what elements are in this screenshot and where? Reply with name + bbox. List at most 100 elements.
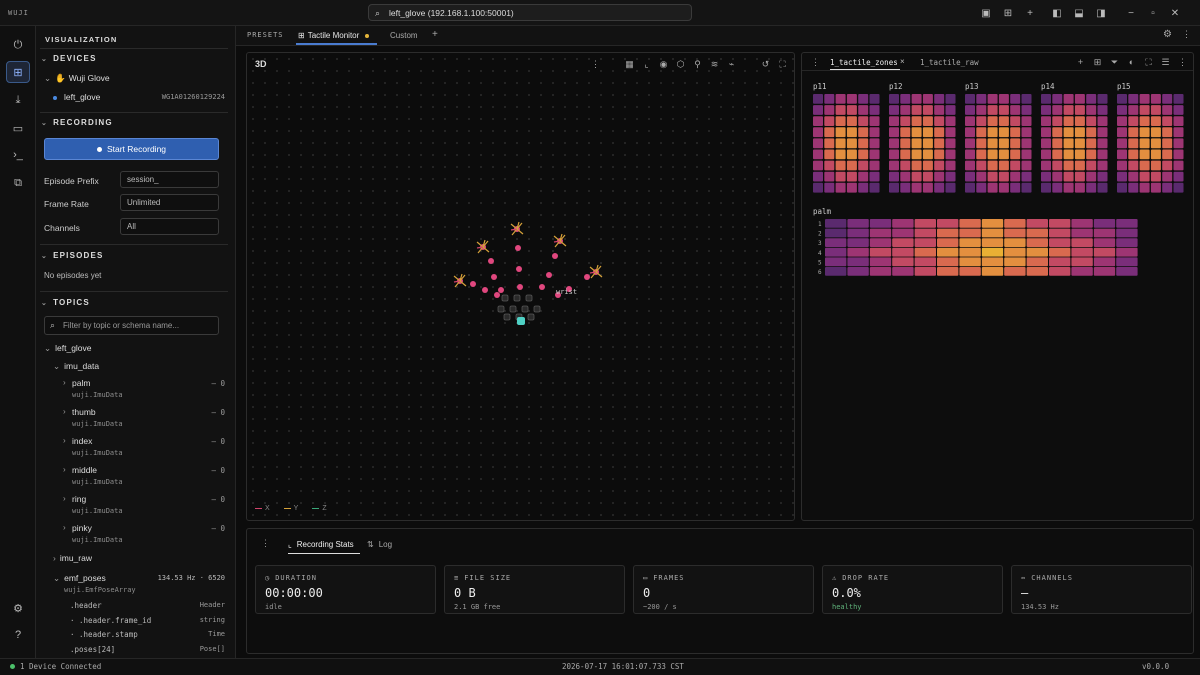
finger-label: p14 xyxy=(1041,82,1055,91)
taxel xyxy=(1010,149,1021,160)
plus-icon[interactable]: + xyxy=(1019,6,1041,20)
version: v0.0.0 xyxy=(1142,662,1170,671)
taxel xyxy=(1021,105,1032,115)
hand-viewport[interactable] xyxy=(247,53,795,521)
palm-taxel xyxy=(937,247,959,257)
topic-item-pinky[interactable]: pinky xyxy=(63,523,92,533)
schema-field[interactable]: .poses[24] xyxy=(70,645,115,654)
tab-tactile-monitor[interactable]: ⊞ Tactile Monitor xyxy=(298,31,370,40)
panel-layout-icon[interactable]: ▣ xyxy=(975,6,997,20)
filter-icon[interactable]: ⏷ xyxy=(1106,57,1123,68)
topic-schema: wuji.ImuData xyxy=(72,478,123,486)
taxel xyxy=(1021,171,1032,182)
start-recording-button[interactable]: Start Recording xyxy=(44,138,219,160)
fullscreen-icon[interactable]: ⛶ xyxy=(1140,57,1157,68)
palette-icon[interactable]: ◐ xyxy=(1123,57,1140,68)
add-tab-button[interactable]: + xyxy=(432,29,438,40)
palm-taxel xyxy=(959,247,981,257)
palm-taxel xyxy=(825,219,847,228)
taxel xyxy=(911,94,922,104)
palm-taxel xyxy=(892,228,914,238)
more-icon[interactable]: ⋮ xyxy=(1174,57,1191,68)
topic-item-middle[interactable]: middle xyxy=(63,465,97,475)
palm-taxel xyxy=(1026,267,1048,276)
tab-custom[interactable]: Custom xyxy=(390,31,418,40)
folder-icon[interactable]: ▭ xyxy=(6,117,30,139)
palm-node xyxy=(513,294,521,302)
topics-header[interactable]: ⌄ TOPICS xyxy=(41,298,90,307)
maximize-icon[interactable]: ▫ xyxy=(1142,6,1164,20)
tab-log[interactable]: ⇅ Log xyxy=(367,540,392,549)
close-icon[interactable]: ✕ xyxy=(1164,6,1186,20)
topic-emf-poses[interactable]: ⌄ emf_poses xyxy=(53,573,106,584)
topic-item-index[interactable]: index xyxy=(63,436,92,446)
topic-imu-raw[interactable]: › imu_raw xyxy=(53,553,92,563)
taxel xyxy=(998,138,1009,149)
drag-handle-icon[interactable]: ⋮ xyxy=(261,538,270,549)
device-group[interactable]: ⌄ ✋ Wuji Glove xyxy=(44,73,110,84)
taxel xyxy=(1041,182,1051,193)
palm-taxel xyxy=(1071,247,1093,257)
grid-icon[interactable]: ⊞ xyxy=(1089,57,1106,68)
topic-filter-input[interactable]: ⌕ Filter by topic or schema name... xyxy=(44,316,219,335)
download-icon[interactable]: ⤓ xyxy=(6,89,30,111)
taxel xyxy=(1117,138,1127,149)
palm-taxel xyxy=(981,228,1004,238)
visualization-icon[interactable]: ⊞ xyxy=(6,61,30,83)
frame-rate-select[interactable]: Unlimited xyxy=(120,194,219,211)
settings-icon[interactable]: ⚙ xyxy=(6,597,30,619)
panel-3d[interactable]: 3D ⋮ ▦ ⌞ ◉ ⬡ ⚲ ≋ ⌁ ↺ ⛶ ⋮ wrist X Y Z xyxy=(246,52,795,521)
gear-icon[interactable]: ⚙ xyxy=(1163,29,1172,40)
minimize-icon[interactable]: − xyxy=(1120,6,1142,20)
topic-item-ring[interactable]: ring xyxy=(63,494,86,504)
topic-item-palm[interactable]: palm xyxy=(63,378,90,388)
palm-row-label: 3 xyxy=(818,240,822,247)
extensions-icon[interactable]: ⧉ xyxy=(6,172,30,194)
joint-marker xyxy=(482,287,488,293)
taxel xyxy=(934,94,945,104)
plug-icon[interactable]: ⏻ xyxy=(6,34,30,56)
address-bar[interactable]: ⌕ left_glove (192.168.1.100:50001) xyxy=(368,4,692,21)
panel-bottom-icon[interactable]: ⬓ xyxy=(1068,6,1090,20)
schema-field[interactable]: · .header.stamp xyxy=(70,630,138,639)
channels-select[interactable]: All xyxy=(120,218,219,235)
device-item[interactable]: left_glove xyxy=(53,92,100,102)
topic-group-imu[interactable]: ⌄ imu_data xyxy=(53,361,99,372)
drag-handle-icon[interactable]: ⋮ xyxy=(811,57,820,68)
terminal-icon[interactable]: ›_ xyxy=(6,144,30,166)
tab-tactile-raw[interactable]: 1_tactile_raw xyxy=(920,58,979,67)
devices-header[interactable]: ⌄ DEVICES xyxy=(41,54,97,63)
stat-label: ⚠ DROP RATE xyxy=(832,574,890,582)
schema-field[interactable]: .header xyxy=(70,601,102,610)
recording-header[interactable]: ⌄ RECORDING xyxy=(41,118,113,127)
close-tab-icon[interactable]: × xyxy=(900,57,905,66)
taxel xyxy=(1063,116,1074,126)
list-icon[interactable]: ☰ xyxy=(1157,57,1174,68)
stat-card-duration: ◷ DURATION 00:00:00 idle xyxy=(255,565,436,614)
tab-tactile-zones[interactable]: 1_tactile_zones xyxy=(830,58,898,67)
taxel xyxy=(1139,182,1150,193)
taxel xyxy=(1052,171,1063,182)
taxel xyxy=(1150,160,1161,171)
plus-icon[interactable]: + xyxy=(1072,57,1089,68)
grid-icon[interactable]: ⊞ xyxy=(997,6,1019,20)
taxel xyxy=(1162,182,1173,193)
episode-prefix-input[interactable]: session_ xyxy=(120,171,219,188)
help-icon[interactable]: ? xyxy=(6,624,30,646)
taxel xyxy=(987,171,998,182)
taxel xyxy=(813,116,823,126)
topic-item-thumb[interactable]: thumb xyxy=(63,407,96,417)
taxel xyxy=(824,160,835,171)
chevron-right-icon: › xyxy=(63,494,66,503)
more-icon[interactable]: ⋮ xyxy=(1182,29,1191,40)
topic-root[interactable]: ⌄ left_glove xyxy=(44,343,92,354)
taxel xyxy=(1162,149,1173,160)
schema-field[interactable]: · .header.frame_id xyxy=(70,616,151,625)
taxel xyxy=(813,149,823,160)
panel-tactile[interactable]: ⋮ 1_tactile_zones × 1_tactile_raw + ⊞ ⏷ … xyxy=(801,52,1194,521)
episodes-header[interactable]: ⌄ EPISODES xyxy=(41,251,104,260)
taxel xyxy=(1086,138,1097,149)
sidebar-left-icon[interactable]: ◧ xyxy=(1046,6,1068,20)
tab-recording-stats[interactable]: ⌞ Recording Stats xyxy=(288,540,354,549)
sidebar-right-icon[interactable]: ◨ xyxy=(1090,6,1112,20)
